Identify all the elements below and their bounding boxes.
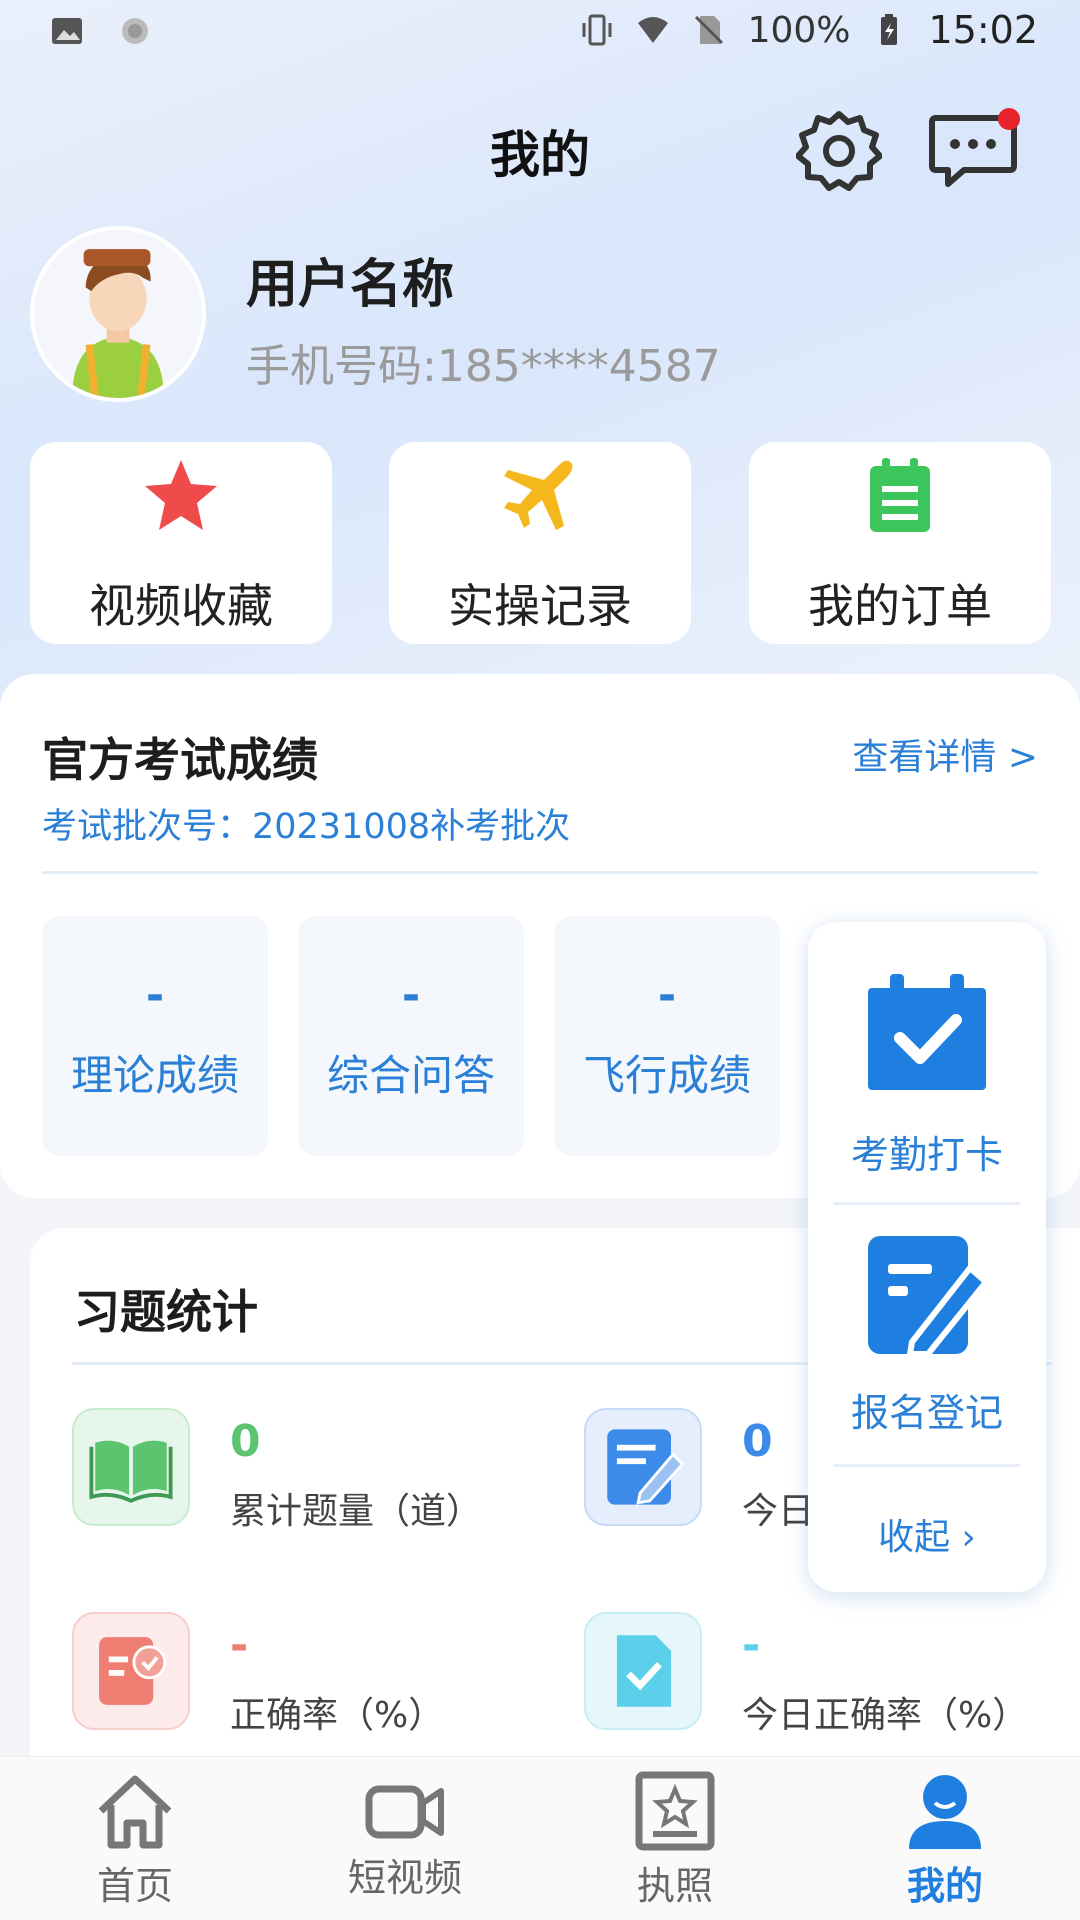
settings-gear-icon[interactable] <box>796 108 882 194</box>
exam-batch-number: 考试批次号：20231008补考批次 <box>42 807 571 847</box>
edit-note-icon <box>607 1429 685 1505</box>
license-icon <box>635 1771 715 1851</box>
star-icon <box>145 460 217 530</box>
score-card-theory[interactable]: - 理论成绩 <box>42 916 268 1156</box>
floating-action-panel: 考勤打卡 报名登记 收起 › <box>808 922 1046 1592</box>
attendance-checkin-button[interactable]: 考勤打卡 <box>808 922 1046 1200</box>
page-title: 我的 <box>490 126 590 184</box>
view-details-link[interactable]: 查看详情 > <box>852 728 1038 780</box>
quick-action-label: 视频收藏 <box>89 579 273 633</box>
section-title: 官方考试成绩 <box>42 733 318 787</box>
quick-action-video-favorites[interactable]: 视频收藏 <box>30 442 332 644</box>
stat-value: 0 <box>230 1416 261 1467</box>
stat-total-questions <box>72 1408 190 1526</box>
bottom-navigation: 首页 短视频 执照 我的 <box>0 1756 1080 1920</box>
quick-action-practice-records[interactable]: 实操记录 <box>389 442 691 644</box>
no-sim-icon <box>694 15 723 45</box>
signup-edit-icon <box>868 1236 988 1356</box>
phone-number: 手机号码:185****4587 <box>246 341 721 392</box>
battery-icon <box>881 14 898 45</box>
nav-mine[interactable]: 我的 <box>810 1757 1080 1920</box>
score-value: - <box>145 970 165 1021</box>
home-icon <box>98 1775 172 1849</box>
score-card-qa[interactable]: - 综合问答 <box>298 916 524 1156</box>
stat-today-accuracy <box>584 1612 702 1730</box>
score-label: 理论成绩 <box>70 1051 239 1100</box>
unread-badge <box>998 108 1020 130</box>
float-item-label: 考勤打卡 <box>850 1133 1003 1177</box>
book-icon <box>89 1440 173 1503</box>
nav-short-video[interactable]: 短视频 <box>270 1757 540 1920</box>
clock: 15:02 <box>928 8 1038 52</box>
section-title: 习题统计 <box>74 1285 258 1339</box>
stat-label: 今日正确率（%） <box>742 1695 1029 1736</box>
float-item-label: 报名登记 <box>850 1391 1003 1435</box>
stat-value: - <box>230 1620 249 1671</box>
nav-home[interactable]: 首页 <box>0 1757 270 1920</box>
divider <box>834 1202 1020 1205</box>
airplane-icon <box>504 460 573 530</box>
avatar[interactable] <box>30 226 206 402</box>
score-value: - <box>401 970 421 1021</box>
report-check-icon <box>99 1637 167 1705</box>
video-icon <box>365 1785 444 1839</box>
divider <box>834 1464 1020 1467</box>
status-bar: 100% 15:02 <box>0 0 1080 64</box>
registration-button[interactable]: 报名登记 <box>808 1206 1046 1462</box>
vibrate-icon <box>582 14 612 46</box>
battery-percent: 100% <box>747 9 851 51</box>
score-label: 综合问答 <box>326 1051 495 1100</box>
stat-today-questions <box>584 1408 702 1526</box>
nav-license[interactable]: 执照 <box>540 1757 810 1920</box>
gallery-icon <box>52 18 82 44</box>
stat-value: - <box>742 1620 761 1671</box>
loading-icon <box>122 18 148 44</box>
user-avatar-icon <box>72 249 164 398</box>
nav-label: 首页 <box>96 1864 173 1908</box>
clipboard-icon <box>870 458 930 532</box>
stat-value: 0 <box>742 1416 773 1467</box>
doc-check-icon <box>616 1635 672 1707</box>
quick-action-my-orders[interactable]: 我的订单 <box>749 442 1051 644</box>
score-card-flight[interactable]: - 飞行成绩 <box>554 916 780 1156</box>
quick-action-label: 我的订单 <box>808 579 992 633</box>
stat-label: 正确率（%） <box>230 1695 445 1736</box>
stat-label: 累计题量（道） <box>230 1491 483 1532</box>
username: 用户名称 <box>246 255 455 315</box>
nav-label: 我的 <box>906 1864 983 1908</box>
user-icon <box>909 1775 981 1849</box>
score-label: 飞行成绩 <box>582 1051 751 1100</box>
score-value: - <box>657 970 677 1021</box>
stat-accuracy <box>72 1612 190 1730</box>
stat-label: 今日 <box>742 1491 815 1532</box>
nav-label: 短视频 <box>347 1856 462 1900</box>
collapse-button[interactable]: 收起 › <box>808 1508 1046 1560</box>
quick-action-label: 实操记录 <box>448 579 632 633</box>
nav-label: 执照 <box>636 1864 713 1908</box>
calendar-check-icon <box>868 974 986 1090</box>
divider <box>42 871 1038 874</box>
wifi-icon <box>637 17 668 43</box>
